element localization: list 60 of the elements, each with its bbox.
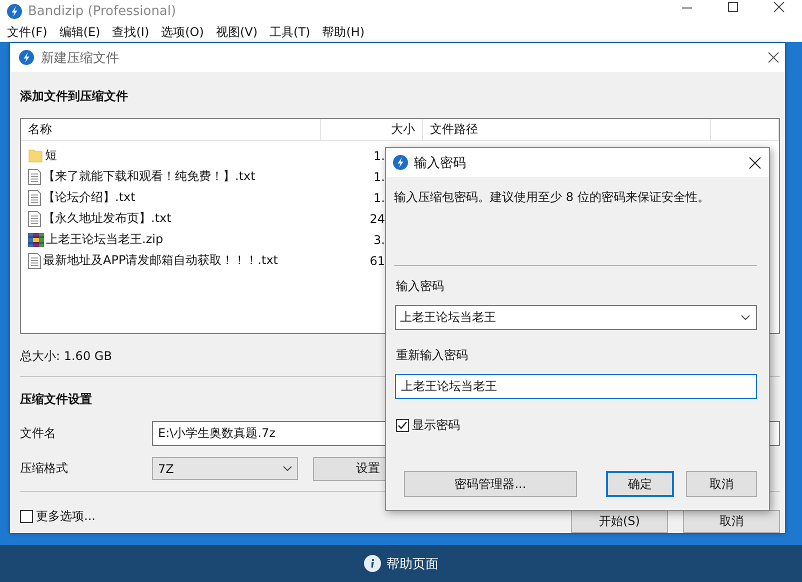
- description-text: 输入压缩包密码。建议使用至少 8 位的密码来保证安全性。: [394, 189, 710, 205]
- menu-item[interactable]: 选项(O): [156, 24, 211, 40]
- window-title: Bandizip (Professional): [28, 4, 176, 18]
- total-size: 总大小: 1.60 GB: [20, 348, 112, 362]
- document-icon: [28, 168, 41, 184]
- logo-icon: [19, 50, 34, 65]
- password-input[interactable]: 上老王论坛当老王: [395, 374, 757, 399]
- dialog-title: 新建压缩文件: [41, 50, 119, 66]
- password-manager-button[interactable]: 密码管理器...: [404, 471, 577, 497]
- info-icon[interactable]: [364, 555, 380, 572]
- ok-button[interactable]: 确定: [606, 471, 674, 497]
- menu-item[interactable]: 文件(F): [2, 24, 54, 40]
- column-header[interactable]: 名称: [21, 119, 321, 140]
- section-heading: 压缩文件设置: [20, 391, 92, 407]
- file-size: 24: [370, 212, 385, 226]
- file-size: 1.: [374, 148, 385, 162]
- format-dropdown[interactable]: 7Z: [152, 457, 298, 480]
- file-name[interactable]: 【来了就能下载和观看！纯免费！】.txt: [43, 168, 256, 185]
- document-icon: [28, 210, 41, 226]
- column-header[interactable]: 大小: [321, 119, 423, 140]
- logo-icon: [393, 155, 408, 170]
- field-label: 压缩格式: [20, 460, 69, 477]
- caret-icon: [283, 466, 292, 471]
- checkbox[interactable]: [396, 419, 409, 432]
- section-heading: 添加文件到压缩文件: [20, 88, 128, 104]
- field-label: 输入密码: [395, 278, 444, 294]
- file-name[interactable]: 【永久地址发布页】.txt: [43, 210, 172, 227]
- help-link[interactable]: 帮助页面: [386, 554, 438, 572]
- menu-item[interactable]: 视图(V): [210, 24, 265, 40]
- file-name[interactable]: 上老王论坛当老王.zip: [46, 231, 164, 248]
- menu-item[interactable]: 帮助(H): [317, 24, 372, 40]
- close-icon[interactable]: [749, 156, 761, 168]
- file-name[interactable]: 短: [45, 147, 57, 164]
- file-name[interactable]: 最新地址及APP请发邮箱自动获取！！！.txt: [43, 252, 278, 269]
- start-button[interactable]: 开始(S): [571, 510, 668, 533]
- logo-icon: [7, 4, 22, 18]
- cancel-button[interactable]: 取消: [683, 510, 780, 533]
- column-header[interactable]: 文件路径: [423, 119, 711, 140]
- file-name[interactable]: 【论坛介绍】.txt: [43, 189, 136, 206]
- cancel-button[interactable]: 取消: [686, 471, 757, 497]
- password-combo[interactable]: 上老王论坛当老王: [395, 305, 757, 330]
- menu-item[interactable]: 查找(I): [107, 24, 156, 40]
- menu-item[interactable]: 编辑(E): [54, 24, 108, 40]
- document-icon: [28, 190, 41, 206]
- checkbox[interactable]: [20, 510, 33, 522]
- close-icon[interactable]: [768, 52, 779, 63]
- checkbox-label[interactable]: 更多选项...: [36, 508, 96, 524]
- folder-icon: [28, 148, 43, 163]
- checkbox-label[interactable]: 显示密码: [412, 417, 460, 434]
- file-size: 1.: [374, 190, 385, 204]
- file-size: 3.: [374, 232, 385, 246]
- field-label: 文件名: [20, 425, 57, 442]
- file-size: 1.: [374, 170, 385, 184]
- field-label: 重新输入密码: [395, 347, 468, 363]
- archive-icon: [28, 232, 44, 248]
- document-icon: [28, 252, 41, 268]
- dialog-title: 输入密码: [414, 154, 466, 172]
- caret-icon: [741, 315, 750, 320]
- menu-item[interactable]: 工具(T): [264, 24, 318, 40]
- file-size: 61: [370, 254, 385, 268]
